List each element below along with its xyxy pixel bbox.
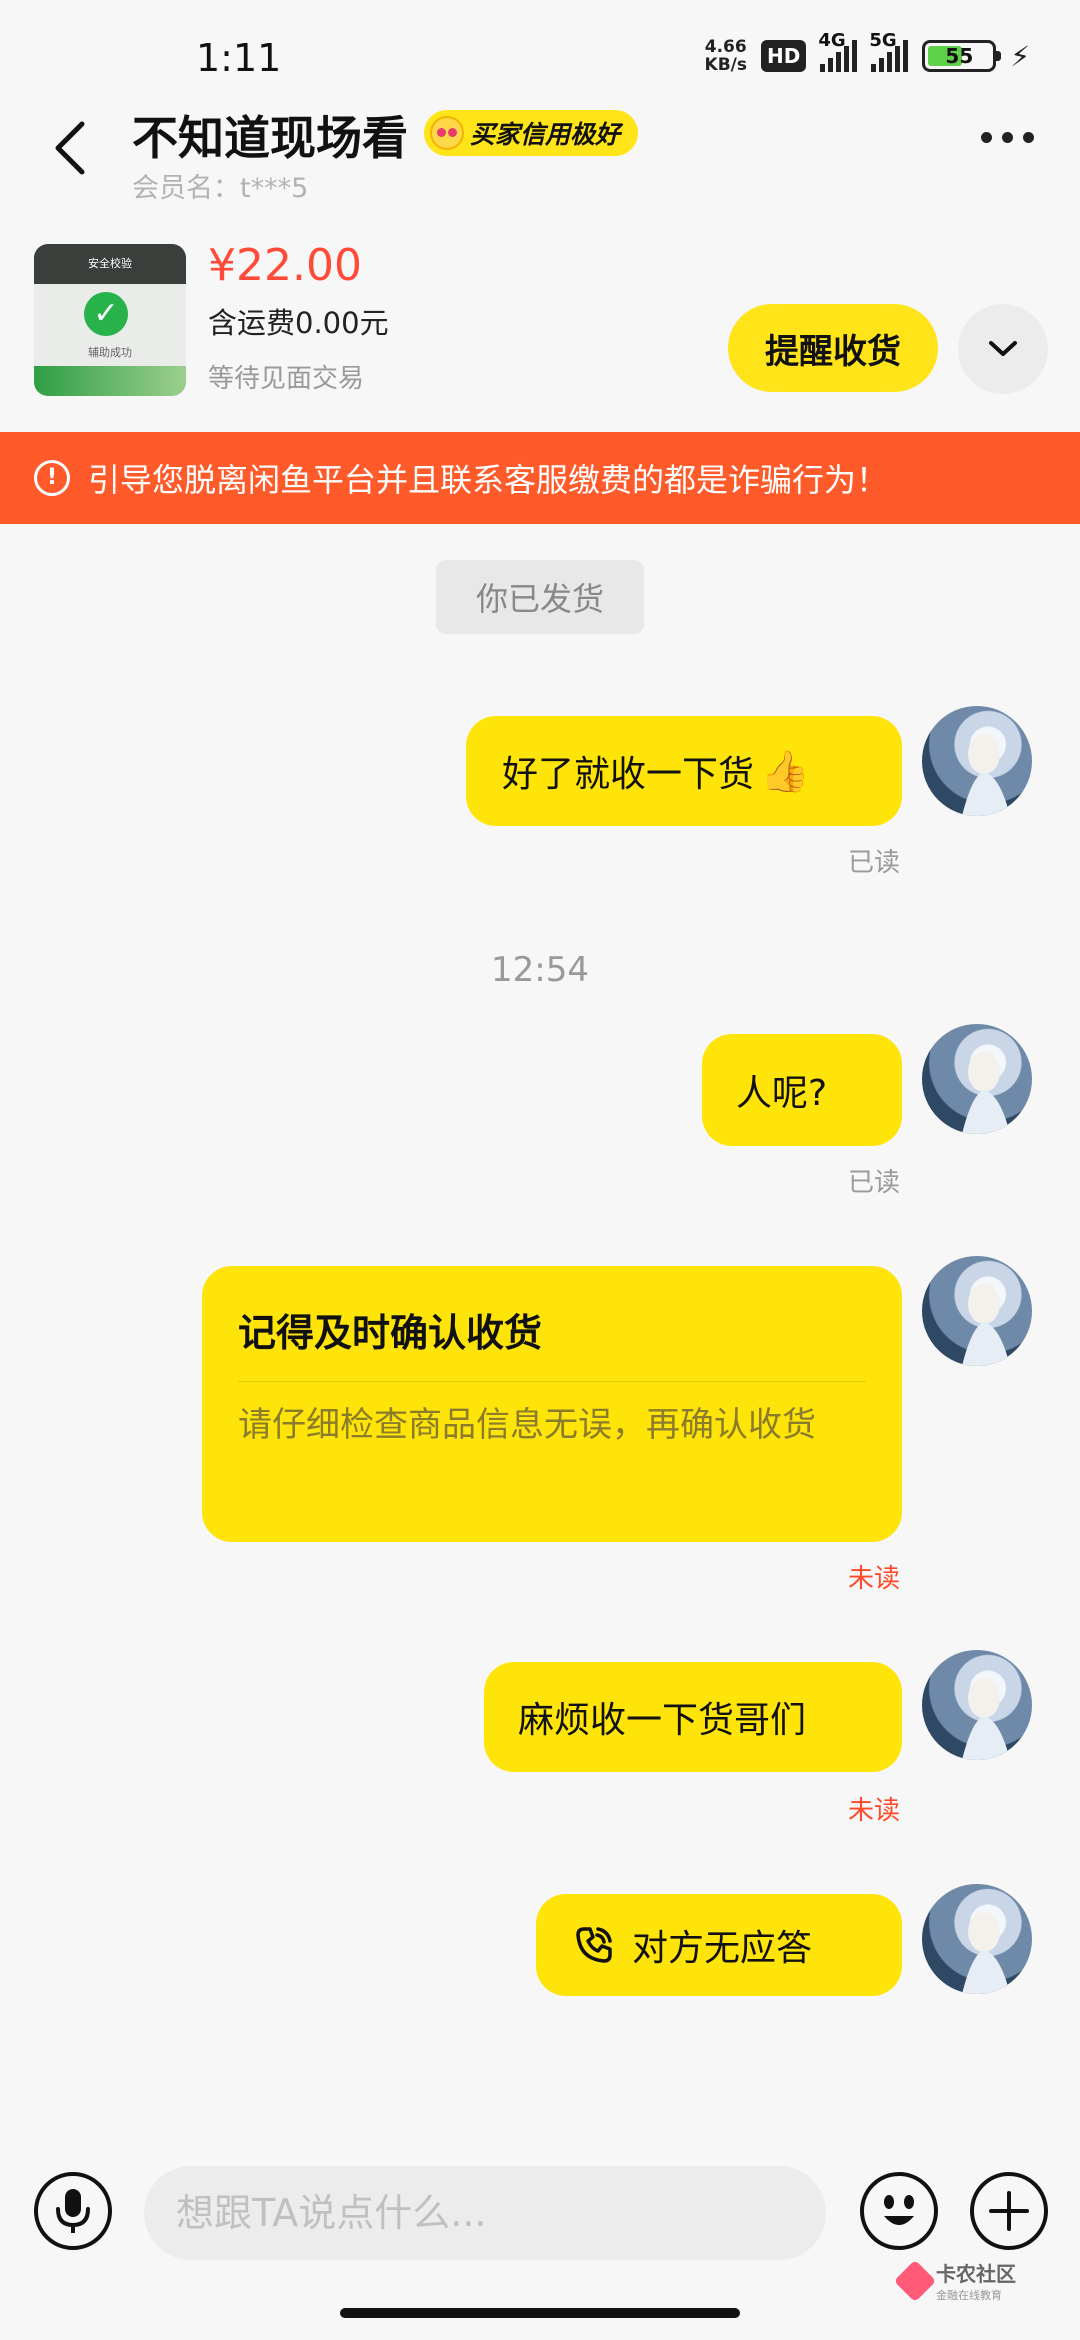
avatar-image bbox=[962, 1284, 1010, 1366]
heart-eyes-emoji-icon bbox=[430, 116, 464, 150]
back-button[interactable] bbox=[50, 118, 90, 178]
thumbs-up-emoji-icon: 👍 bbox=[760, 748, 810, 795]
chevron-left-icon bbox=[55, 121, 85, 175]
voice-button[interactable] bbox=[34, 2172, 112, 2250]
card-title: 记得及时确认收货 bbox=[238, 1302, 866, 1382]
smiley-icon bbox=[884, 2195, 914, 2225]
trade-status: 等待见面交易 bbox=[208, 364, 365, 394]
avatar[interactable] bbox=[922, 1884, 1032, 1994]
credit-badge: 买家信用极好 bbox=[424, 110, 639, 156]
avatar[interactable] bbox=[922, 1650, 1032, 1760]
chat-timestamp: 12:54 bbox=[491, 950, 589, 990]
chevron-down-icon bbox=[989, 341, 1017, 356]
read-status: 已读 bbox=[848, 848, 901, 878]
message-bubble[interactable]: 麻烦收一下货哥们 bbox=[484, 1662, 902, 1772]
more-actions-button[interactable] bbox=[970, 2172, 1048, 2250]
fraud-warning-banner: ! 引导您脱离闲鱼平台并且联系客服缴费的都是诈骗行为！ bbox=[0, 432, 1080, 524]
more-dots-icon bbox=[981, 132, 992, 143]
watermark: 卡农社区 金融在线教育 bbox=[893, 2258, 1016, 2303]
battery-icon: 55 bbox=[922, 40, 1002, 72]
watermark-logo-icon bbox=[893, 2259, 937, 2302]
emoji-button[interactable] bbox=[860, 2172, 938, 2250]
remind-receipt-button[interactable]: 提醒收货 bbox=[728, 304, 938, 392]
shipping-fee: 含运费0.00元 bbox=[208, 306, 389, 340]
read-status: 已读 bbox=[848, 1168, 901, 1198]
unread-status: 未读 bbox=[848, 1796, 901, 1826]
more-menu-button[interactable] bbox=[981, 132, 1034, 143]
avatar-image bbox=[962, 1678, 1010, 1760]
avatar[interactable] bbox=[922, 1256, 1032, 1366]
message-input[interactable] bbox=[144, 2166, 826, 2260]
plus-icon bbox=[989, 2191, 1029, 2231]
avatar-image bbox=[962, 734, 1010, 816]
confirm-receipt-card[interactable]: 记得及时确认收货 请仔细检查商品信息无误，再确认收货 bbox=[202, 1266, 902, 1542]
unread-status: 未读 bbox=[848, 1564, 901, 1594]
signal-4g-icon: 4G bbox=[818, 30, 858, 72]
card-body: 请仔细检查商品信息无误，再确认收货 bbox=[238, 1405, 816, 1445]
microphone-icon bbox=[56, 2189, 90, 2233]
phone-call-icon bbox=[576, 1927, 612, 1963]
product-thumbnail[interactable]: 安全校验 ✓ 辅助成功 bbox=[34, 244, 186, 396]
message-bubble[interactable]: 好了就收一下货 👍 bbox=[466, 716, 902, 826]
avatar-image bbox=[962, 1912, 1010, 1994]
avatar-image bbox=[962, 1052, 1010, 1134]
hd-badge: HD bbox=[760, 40, 807, 72]
charging-icon: ⚡ bbox=[1010, 39, 1030, 73]
page-title: 不知道现场看 bbox=[132, 111, 408, 165]
product-price: ¥22.00 bbox=[208, 240, 362, 291]
system-message: 你已发货 bbox=[436, 560, 644, 634]
check-icon: ✓ bbox=[84, 292, 128, 336]
missed-call-bubble[interactable]: 对方无应答 bbox=[536, 1894, 902, 1996]
signal-5g-icon: 5G bbox=[869, 30, 909, 72]
avatar[interactable] bbox=[922, 706, 1032, 816]
net-speed: 4.66 KB/s bbox=[704, 37, 747, 75]
status-time: 1:11 bbox=[196, 36, 282, 80]
home-indicator[interactable] bbox=[340, 2308, 740, 2318]
member-name: 会员名：t***5 bbox=[132, 173, 309, 204]
message-bubble[interactable]: 人呢? bbox=[702, 1034, 902, 1146]
status-indicators: 4.66 KB/s HD 4G 5G 55 ⚡ bbox=[704, 30, 1030, 75]
alert-icon: ! bbox=[34, 460, 70, 496]
avatar[interactable] bbox=[922, 1024, 1032, 1134]
expand-button[interactable] bbox=[958, 304, 1048, 394]
